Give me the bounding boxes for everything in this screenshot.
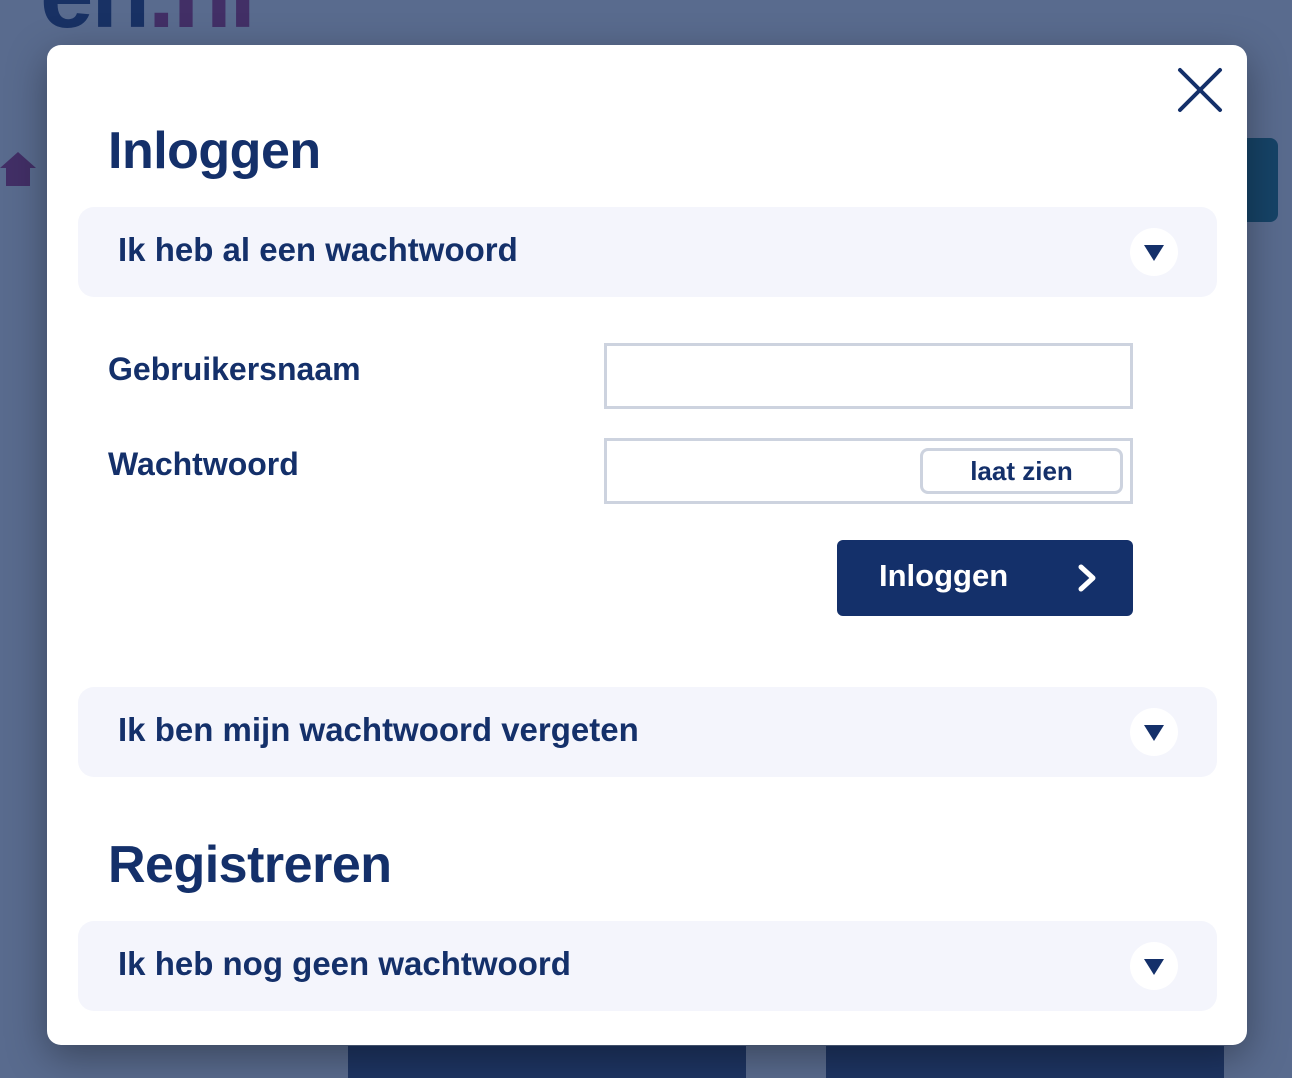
login-submit-label: Inloggen: [879, 558, 1009, 593]
triangle-down-icon: [1144, 245, 1164, 261]
accordion-toggle[interactable]: [1130, 942, 1178, 990]
login-submit-button[interactable]: Inloggen: [837, 540, 1133, 616]
accordion-forgot-password[interactable]: Ik ben mijn wachtwoord vergeten: [78, 687, 1217, 777]
accordion-label: Ik heb al een wachtwoord: [118, 231, 518, 268]
close-button[interactable]: [1175, 65, 1225, 115]
accordion-label: Ik heb nog geen wachtwoord: [118, 945, 571, 982]
triangle-down-icon: [1144, 959, 1164, 975]
register-title: Registreren: [108, 836, 392, 894]
accordion-have-password[interactable]: Ik heb al een wachtwoord: [78, 207, 1217, 297]
accordion-no-password[interactable]: Ik heb nog geen wachtwoord: [78, 921, 1217, 1011]
close-icon: [1178, 68, 1222, 112]
login-modal: Inloggen Ik heb al een wachtwoord Gebrui…: [47, 45, 1247, 1045]
triangle-down-icon: [1144, 725, 1164, 741]
username-input[interactable]: [604, 343, 1133, 409]
chevron-right-icon: [1077, 564, 1099, 592]
accordion-label: Ik ben mijn wachtwoord vergeten: [118, 711, 639, 748]
password-label: Wachtwoord: [108, 446, 299, 482]
accordion-toggle[interactable]: [1130, 708, 1178, 756]
login-title: Inloggen: [108, 122, 321, 180]
accordion-toggle[interactable]: [1130, 228, 1178, 276]
username-label: Gebruikersnaam: [108, 351, 361, 387]
show-password-button[interactable]: laat zien: [920, 448, 1123, 494]
